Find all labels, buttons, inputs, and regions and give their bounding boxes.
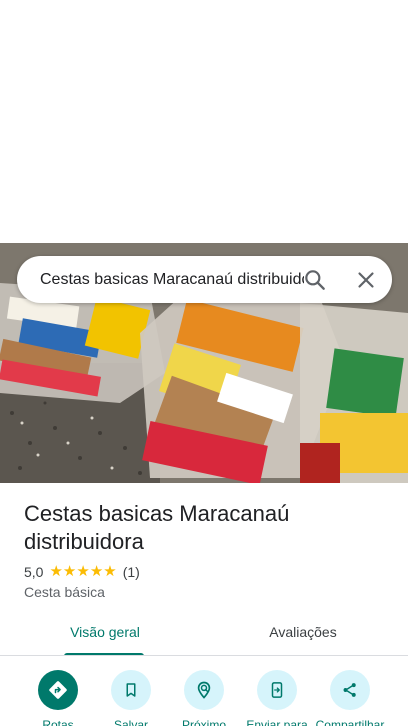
nearby-label: Próximo: [181, 718, 226, 726]
blank-map-area: [0, 0, 408, 243]
review-count[interactable]: (1): [123, 564, 140, 580]
tab-overview[interactable]: Visão geral: [50, 614, 160, 656]
action-bar: Rotas Salvar Próximo Enviar para Compart…: [0, 668, 408, 726]
star-icon: ★: [62, 563, 77, 580]
star-icon: ★: [49, 563, 63, 580]
send-to-phone-button-circle[interactable]: [257, 670, 297, 710]
place-title: Cestas basicas Maracanaú distribuidora: [24, 501, 290, 554]
rating-value: 5,0: [24, 564, 44, 580]
share-button-circle[interactable]: [330, 670, 370, 710]
place-category[interactable]: Cesta básica: [24, 584, 105, 600]
tab-overview-label: Visão geral: [70, 624, 140, 640]
send-to-phone-icon: [271, 682, 283, 698]
tab-reviews[interactable]: Avaliações: [248, 614, 358, 656]
nearby-button-circle[interactable]: [184, 670, 224, 710]
save-button-circle[interactable]: [111, 670, 151, 710]
nearby-icon: [197, 681, 211, 699]
close-icon[interactable]: [353, 267, 379, 293]
star-rating: ★ ★ ★ ★ ★: [49, 563, 116, 581]
bookmark-icon: [126, 683, 136, 697]
tab-reviews-label: Avaliações: [269, 624, 337, 640]
search-bar[interactable]: Cestas basicas Maracanaú distribuidora: [17, 256, 392, 303]
search-icon[interactable]: [302, 267, 328, 293]
share-icon: [343, 683, 356, 697]
star-icon: ★: [76, 563, 90, 580]
place-tabs: Visão geral Avaliações: [0, 614, 408, 656]
divider: [0, 655, 408, 656]
star-icon: ★: [89, 563, 104, 580]
search-input[interactable]: Cestas basicas Maracanaú distribuidora: [40, 256, 304, 303]
directions-button-circle[interactable]: [38, 670, 78, 710]
share-label: Compartilhar: [315, 718, 385, 726]
star-icon: ★: [103, 563, 117, 580]
save-label: Salvar: [113, 718, 148, 726]
rating-row[interactable]: 5,0 ★ ★ ★ ★ ★ (1): [24, 563, 140, 581]
send-to-phone-label: Enviar para: [246, 718, 308, 726]
directions-icon: [49, 681, 67, 699]
directions-label: Rotas: [42, 718, 74, 726]
